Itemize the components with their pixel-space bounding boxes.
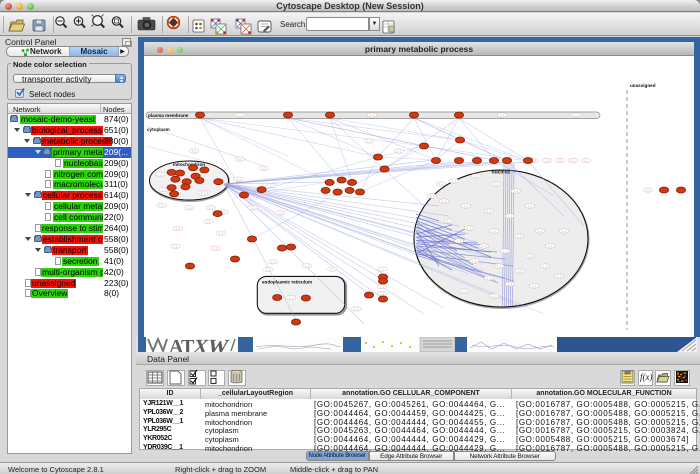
svg-text:[...]: [...] — [192, 149, 196, 153]
svg-text:[...]: [...] — [508, 282, 512, 286]
svg-text:[...]: [...] — [492, 294, 496, 298]
svg-text:[...]: [...] — [209, 206, 213, 210]
svg-text:[...]: [...] — [176, 227, 180, 231]
svg-text:[...]: [...] — [574, 113, 578, 117]
svg-text:[...]: [...] — [430, 194, 434, 198]
svg-text:[...]: [...] — [201, 191, 205, 195]
svg-text:[...]: [...] — [474, 174, 478, 178]
svg-text:[...]: [...] — [355, 307, 359, 311]
svg-text:[...]: [...] — [464, 204, 468, 208]
svg-text:[...]: [...] — [251, 206, 255, 210]
svg-text:[...]: [...] — [452, 179, 456, 183]
svg-text:unassigned: unassigned — [630, 83, 656, 88]
svg-text:XW: XW — [191, 337, 231, 352]
svg-text:[...]: [...] — [238, 157, 242, 161]
svg-text:[...]: [...] — [270, 184, 274, 188]
svg-text:[...]: [...] — [158, 172, 162, 176]
svg-text:[...]: [...] — [289, 296, 293, 300]
svg-text:[...]: [...] — [497, 264, 501, 268]
svg-text:[...]: [...] — [442, 199, 446, 203]
svg-text:[...]: [...] — [367, 139, 371, 143]
svg-text:[...]: [...] — [517, 234, 521, 238]
svg-text:[...]: [...] — [214, 246, 218, 250]
svg-text:[...]: [...] — [457, 239, 461, 243]
svg-text:[...]: [...] — [482, 244, 486, 248]
svg-text:[...]: [...] — [305, 264, 309, 268]
svg-text:[...]: [...] — [206, 220, 210, 224]
svg-text:[...]: [...] — [500, 113, 504, 117]
svg-text:[...]: [...] — [487, 276, 491, 280]
svg-text:AT: AT — [169, 337, 195, 352]
svg-text:[...]: [...] — [558, 159, 562, 163]
svg-text:[...]: [...] — [492, 229, 496, 233]
svg-text:[...]: [...] — [381, 267, 385, 271]
svg-text:[...]: [...] — [548, 244, 552, 248]
svg-text:[...]: [...] — [472, 259, 476, 263]
svg-text:[...]: [...] — [545, 159, 549, 163]
svg-text:[...]: [...] — [162, 188, 166, 192]
svg-text:[...]: [...] — [557, 274, 561, 278]
svg-text:[...]: [...] — [562, 229, 566, 233]
svg-text:[...]: [...] — [381, 292, 385, 296]
svg-text:[...]: [...] — [584, 159, 588, 163]
svg-text:[...]: [...] — [279, 211, 283, 215]
svg-text:[...]: [...] — [381, 285, 385, 289]
svg-text:[...]: [...] — [538, 229, 542, 233]
svg-text:[...]: [...] — [160, 203, 164, 207]
svg-text:plasma membrane: plasma membrane — [148, 113, 189, 118]
svg-text:[...]: [...] — [447, 219, 451, 223]
svg-text:[...]: [...] — [494, 182, 498, 186]
svg-text:[...]: [...] — [219, 231, 223, 235]
svg-text:f(x): f(x) — [640, 372, 653, 382]
svg-text:[...]: [...] — [514, 189, 518, 193]
svg-text:[...]: [...] — [174, 244, 178, 248]
svg-text:[...]: [...] — [518, 269, 522, 273]
svg-text:[...]: [...] — [508, 214, 512, 218]
svg-text:[...]: [...] — [503, 249, 507, 253]
svg-text:[...]: [...] — [266, 268, 270, 272]
svg-text:[...]: [...] — [646, 188, 650, 192]
svg-text:[...]: [...] — [462, 289, 466, 293]
svg-text:[...]: [...] — [487, 209, 491, 213]
svg-text:[...]: [...] — [397, 149, 401, 153]
svg-text:[...]: [...] — [271, 260, 275, 264]
svg-text:[...]: [...] — [467, 226, 471, 230]
svg-text:[...]: [...] — [238, 113, 242, 117]
svg-text:[...]: [...] — [439, 182, 443, 186]
svg-text:[...]: [...] — [262, 166, 266, 170]
svg-text:[...]: [...] — [532, 284, 536, 288]
svg-text:[...]: [...] — [571, 159, 575, 163]
svg-text:[...]: [...] — [528, 254, 532, 258]
svg-text:[...]: [...] — [331, 267, 335, 271]
svg-text:[...]: [...] — [237, 177, 241, 181]
svg-text:endoplasmic reticulum: endoplasmic reticulum — [262, 280, 312, 285]
svg-text:[...]: [...] — [543, 264, 547, 268]
svg-text:[...]: [...] — [528, 204, 532, 208]
svg-text:[...]: [...] — [370, 113, 374, 117]
svg-text:[...]: [...] — [187, 206, 191, 210]
